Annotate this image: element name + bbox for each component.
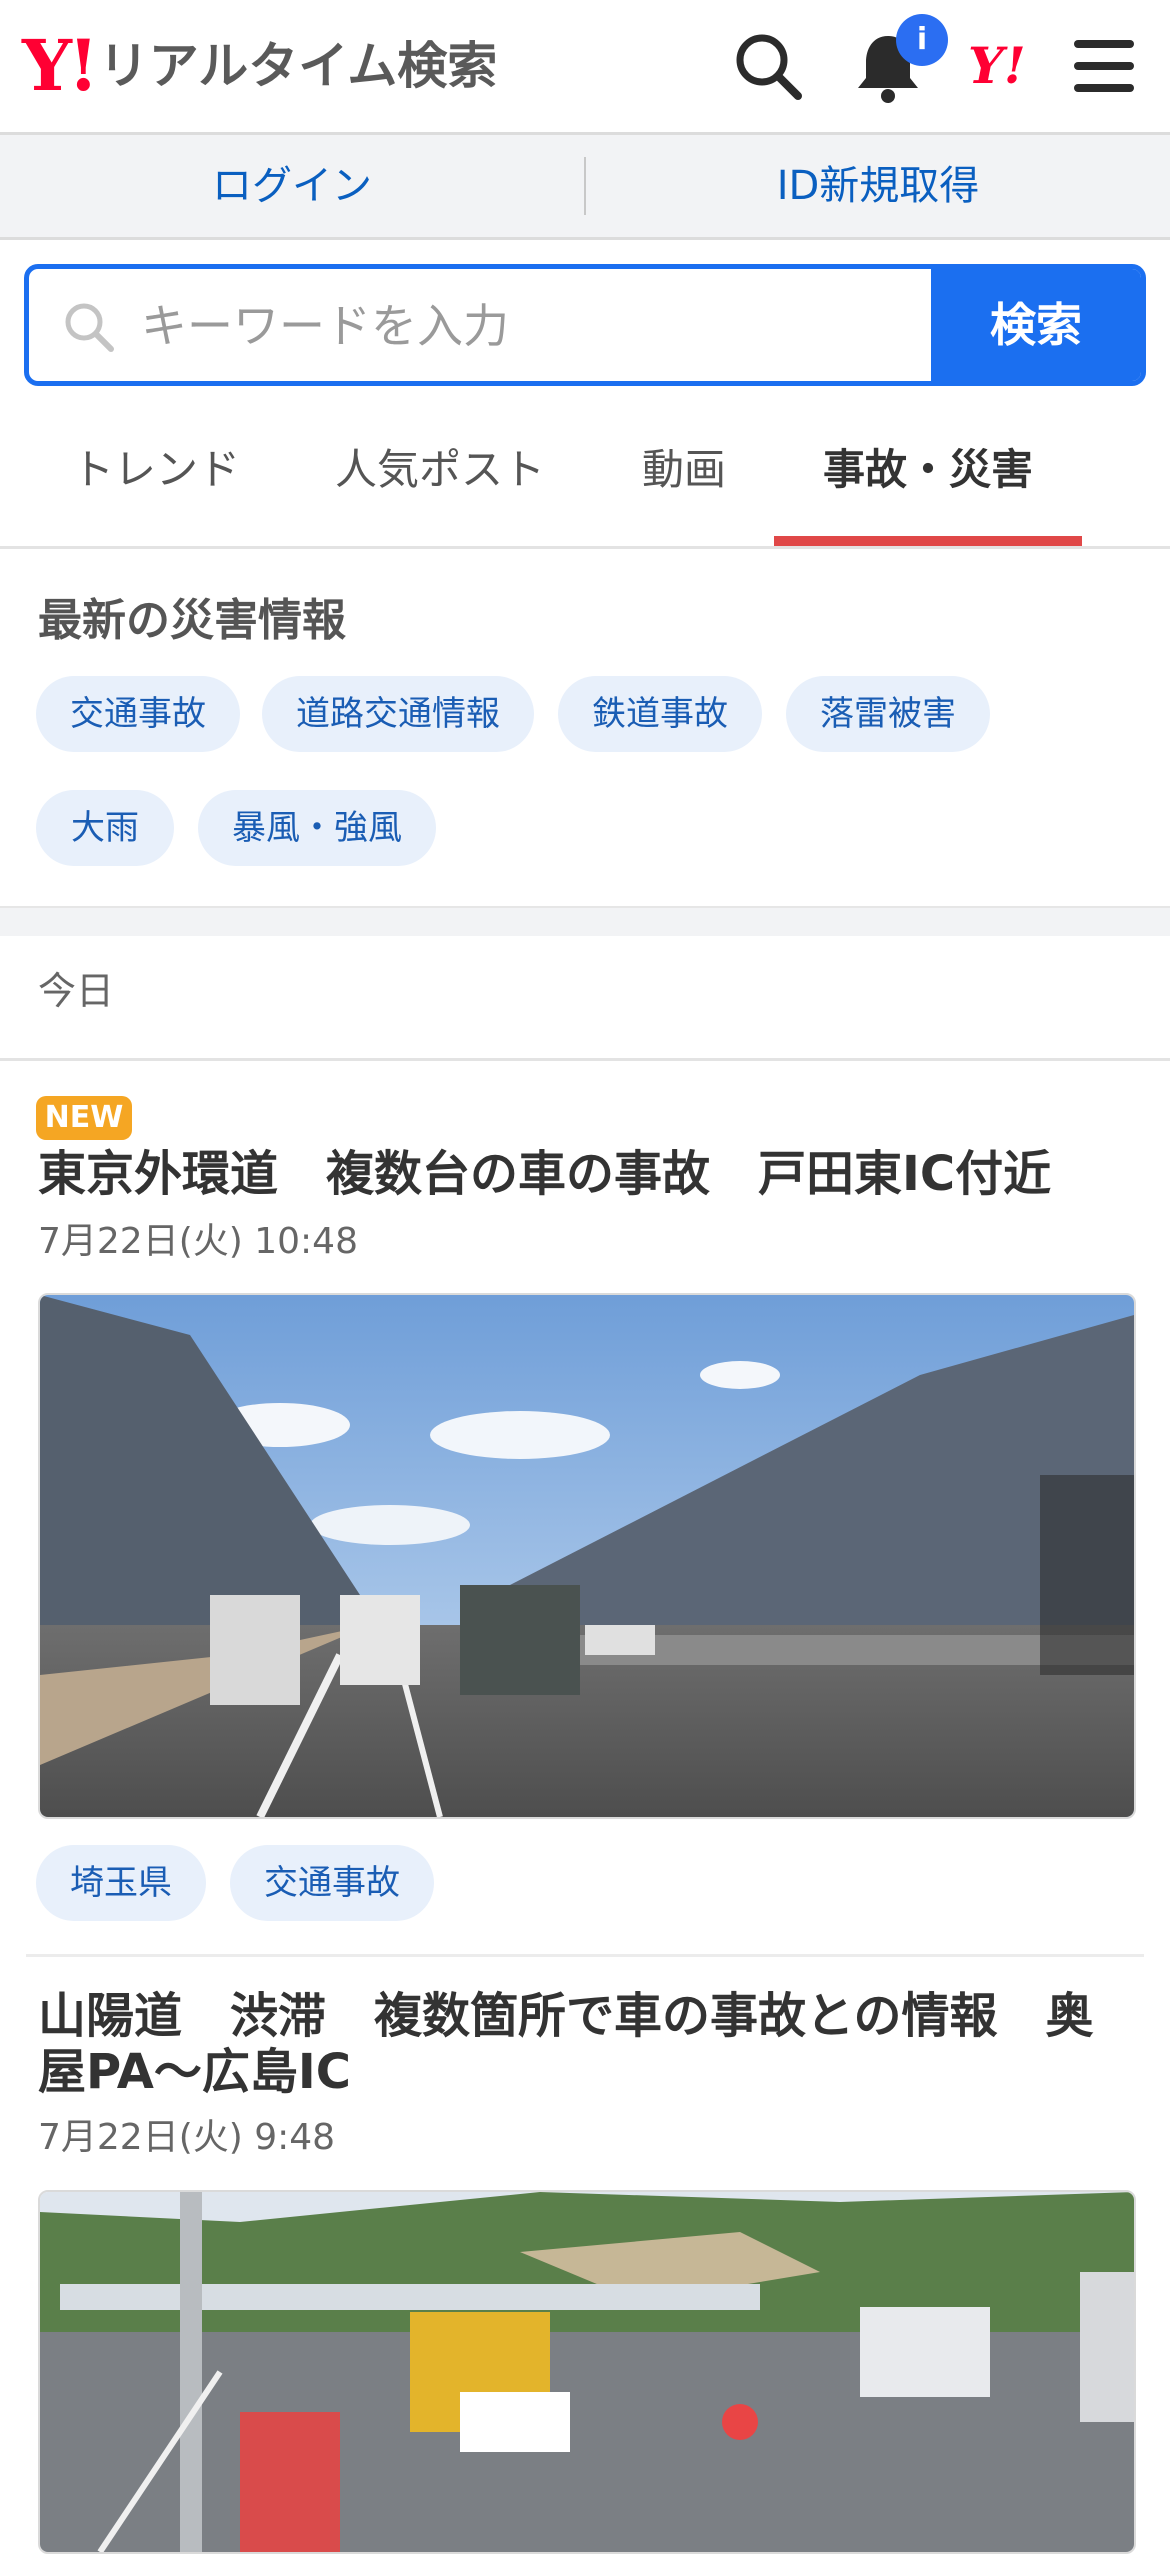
logo-mark: Y! (22, 24, 99, 107)
article-image[interactable] (38, 1293, 1136, 1819)
register-link[interactable]: ID新規取得 (586, 135, 1170, 237)
notification-badge: i (896, 14, 948, 66)
search-bar: 検索 (24, 264, 1146, 386)
article-date: 7月22日(火) 10:48 (38, 1221, 358, 1262)
article-date: 7月22日(火) 9:48 (38, 2117, 336, 2158)
tab-video[interactable]: 動画 (614, 400, 754, 546)
highway-accident-photo (40, 1295, 1134, 1817)
yahoo-icon[interactable]: Y! (968, 38, 1026, 94)
chip-traffic-accident[interactable]: 交通事故 (36, 676, 240, 752)
tab-accident-disaster[interactable]: 事故・災害 (774, 400, 1082, 546)
article-divider (26, 1954, 1144, 1957)
auth-bar: ログイン ID新規取得 (0, 135, 1170, 240)
day-divider (0, 1058, 1170, 1061)
chip-road-traffic-info[interactable]: 道路交通情報 (262, 676, 534, 752)
tag-traffic-accident[interactable]: 交通事故 (230, 1845, 434, 1921)
header: Y! リアルタイム検索 i Y! (0, 0, 1170, 135)
logo-text: リアルタイム検索 (98, 37, 498, 95)
article-image[interactable] (38, 2190, 1136, 2554)
yahoo-realtime-logo[interactable]: Y! リアルタイム検索 (22, 28, 497, 104)
search-icon (65, 303, 114, 352)
active-tab-indicator (774, 536, 1082, 546)
search-button[interactable]: 検索 (931, 269, 1141, 381)
login-link[interactable]: ログイン (0, 135, 584, 237)
search-icon[interactable] (728, 26, 808, 106)
tab-popular-posts[interactable]: 人気ポスト (318, 400, 562, 546)
highway-traffic-photo (40, 2192, 1134, 2552)
section-separator (0, 906, 1170, 936)
tab-trend[interactable]: トレンド (40, 400, 272, 546)
tag-saitama[interactable]: 埼玉県 (36, 1845, 206, 1921)
day-label: 今日 (38, 969, 115, 1013)
category-tabs: トレンド 人気ポスト 動画 事故・災害 (0, 400, 1170, 549)
menu-icon[interactable] (1064, 26, 1144, 106)
chip-lightning-damage[interactable]: 落雷被害 (786, 676, 990, 752)
new-badge: NEW (36, 1096, 132, 1140)
search-input[interactable] (139, 269, 943, 381)
article-title[interactable]: 山陽道 渋滞 複数箇所で車の事故との情報 奥屋PA〜広島IC (38, 1988, 1138, 2100)
chip-strong-wind[interactable]: 暴風・強風 (198, 790, 436, 866)
section-title: 最新の災害情報 (38, 595, 346, 646)
chip-railway-accident[interactable]: 鉄道事故 (558, 676, 762, 752)
article-title[interactable]: 東京外環道 複数台の車の事故 戸田東IC付近 (38, 1146, 1138, 1202)
chip-heavy-rain[interactable]: 大雨 (36, 790, 174, 866)
